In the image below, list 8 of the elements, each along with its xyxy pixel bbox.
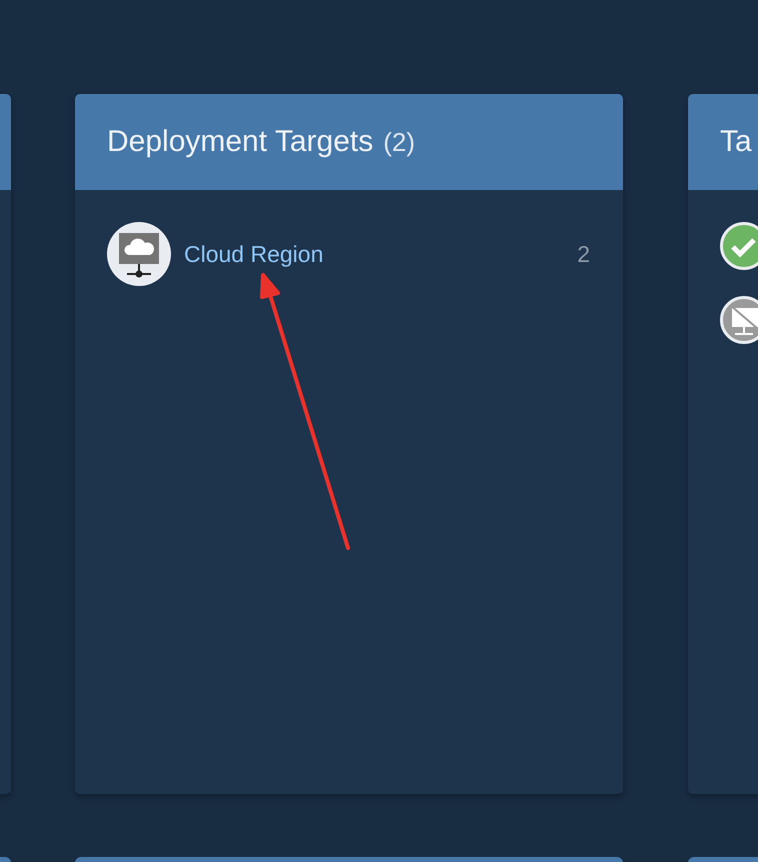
target-link[interactable]: Cloud Region [184,240,324,268]
cloud-monitor-icon [107,222,171,286]
card-count: (2) [383,126,416,158]
card-title: Deployment Targets [107,125,374,159]
disabled-monitor-icon [720,296,758,344]
check-icon [720,222,758,270]
card-title: Ta [720,125,752,159]
item-count: 2 [577,240,590,268]
